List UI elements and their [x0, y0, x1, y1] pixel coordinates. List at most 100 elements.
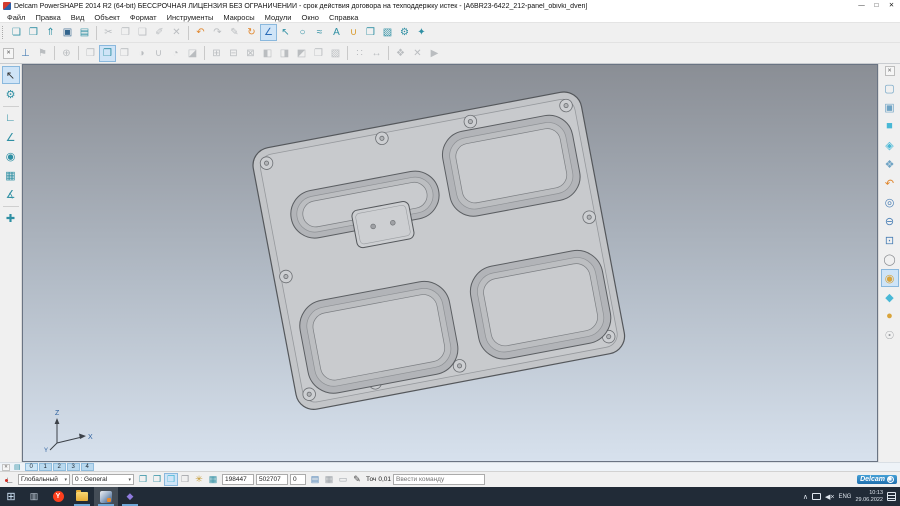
feature-tool-icon[interactable]: ▧ — [379, 24, 396, 41]
text-tool-icon[interactable]: A — [328, 24, 345, 41]
menu-help[interactable]: Справка — [324, 13, 363, 22]
taskbar-app-cad[interactable]: ◆ — [118, 487, 142, 506]
item-list-icon[interactable]: ▤ — [308, 473, 322, 486]
close-views-icon[interactable]: ✕ — [885, 66, 895, 76]
shading-toggle-3-icon[interactable]: ❒ — [164, 473, 178, 486]
workspace-axis-icon[interactable]: ∟ — [3, 475, 16, 485]
taskbar-app-powershape[interactable] — [94, 487, 118, 506]
mirror-icon[interactable]: ↔ — [368, 45, 385, 62]
tolerance-value[interactable]: 0,01 — [378, 476, 391, 483]
bulb-icon[interactable]: ✳ — [192, 473, 206, 486]
coordinate-x-field[interactable]: 198447 — [222, 474, 254, 485]
new-model-icon[interactable]: ❏ — [8, 24, 25, 41]
edit-icon[interactable]: ✎ — [226, 24, 243, 41]
boolean-intersect-icon[interactable]: ⊠ — [242, 45, 259, 62]
iso-wireframe-view-icon[interactable]: ▢ — [881, 79, 899, 97]
keyboard-icon[interactable]: ▭ — [336, 473, 350, 486]
level-tab-4[interactable]: 4 — [81, 463, 94, 471]
undo-icon[interactable]: ↶ — [192, 24, 209, 41]
chamfer-icon[interactable]: ◩ — [293, 45, 310, 62]
zoom-box-icon[interactable]: ⊡ — [881, 231, 899, 249]
viewport-canvas[interactable]: Z X Y — [23, 65, 877, 461]
relative-axes-icon[interactable]: ∠ — [2, 128, 20, 146]
menu-modules[interactable]: Модули — [260, 13, 297, 22]
arc-tool-icon[interactable]: ↖ — [277, 24, 294, 41]
convert-icon[interactable]: ↻ — [243, 24, 260, 41]
boolean-subtract-icon[interactable]: ⊟ — [225, 45, 242, 62]
solid-extrusion-icon[interactable]: ❒ — [99, 45, 116, 62]
levels-icon[interactable]: ▤ — [14, 463, 21, 471]
clock[interactable]: 10:13 29.06.2022 — [855, 490, 883, 503]
machine-icon[interactable]: ▦ — [2, 166, 20, 184]
menu-format[interactable]: Формат — [125, 13, 162, 22]
workplane-toolbar-icon[interactable]: ⊥ — [17, 45, 34, 62]
maximize-button[interactable]: □ — [869, 0, 884, 12]
volume-muted-icon[interactable]: ◀× — [825, 493, 834, 501]
command-input[interactable] — [393, 474, 485, 485]
curve-tool-icon[interactable]: ≈ — [311, 24, 328, 41]
workspace-select[interactable]: Глобальный ▾ — [18, 474, 70, 485]
cut-icon[interactable]: ✂ — [100, 24, 117, 41]
menu-file[interactable]: Файл — [2, 13, 30, 22]
remove-feature-icon[interactable]: ✕ — [409, 45, 426, 62]
intelligent-cursor-icon[interactable]: ✎ — [350, 473, 364, 486]
select-cursor-icon[interactable]: ↖ — [2, 66, 20, 84]
toolbar-grip[interactable] — [2, 26, 6, 39]
split-icon[interactable]: ◨ — [276, 45, 293, 62]
flag-icon[interactable]: ⚑ — [34, 45, 51, 62]
shading-wireframe-icon[interactable]: ◯ — [881, 250, 899, 268]
menu-view[interactable]: Вид — [66, 13, 90, 22]
levels-close-icon[interactable]: ✕ — [2, 464, 10, 471]
taskbar-app-window[interactable]: ▥ — [22, 487, 46, 506]
pattern-icon[interactable]: ∷ — [351, 45, 368, 62]
position-axes-icon[interactable]: ∡ — [2, 185, 20, 203]
dynamic-section-icon[interactable]: ◆ — [881, 288, 899, 306]
move-compass-icon[interactable]: ✚ — [2, 209, 20, 227]
render-icon[interactable]: ● — [881, 307, 899, 325]
minimize-button[interactable]: — — [854, 0, 869, 12]
shading-toggle-2-icon[interactable]: ❒ — [150, 473, 164, 486]
solid-fillet-icon[interactable]: ◔ — [167, 45, 184, 62]
morph-icon[interactable]: ▧ — [327, 45, 344, 62]
format-painter-icon[interactable]: ✐ — [151, 24, 168, 41]
coordinate-z-field[interactable]: 0 — [290, 474, 306, 485]
start-button[interactable]: ⊞ — [0, 490, 22, 503]
mini-solid-icon[interactable]: ❒ — [178, 473, 192, 486]
shading-shaded-icon[interactable]: ◉ — [881, 269, 899, 287]
axes-icon[interactable]: ∟ — [2, 109, 20, 127]
solid-sweep-icon[interactable]: ∪ — [150, 45, 167, 62]
toolbar-close-icon[interactable]: ✕ — [3, 48, 14, 59]
undo-view-icon[interactable]: ↶ — [881, 174, 899, 192]
language-indicator[interactable]: ENG — [838, 494, 851, 500]
feature-recognition-icon[interactable]: ❖ — [392, 45, 409, 62]
print-icon[interactable]: ▤ — [76, 24, 93, 41]
coordinate-y-field[interactable]: 502707 — [256, 474, 288, 485]
iso-hidden-view-icon[interactable]: ▣ — [881, 98, 899, 116]
level-tab-1[interactable]: 1 — [39, 463, 52, 471]
close-button[interactable]: ✕ — [884, 0, 899, 12]
open-model-icon[interactable]: ❒ — [25, 24, 42, 41]
copy-icon[interactable]: ❐ — [117, 24, 134, 41]
level-tab-2[interactable]: 2 — [53, 463, 66, 471]
import-icon[interactable]: ⇑ — [42, 24, 59, 41]
boolean-add-icon[interactable]: ⊞ — [208, 45, 225, 62]
save-icon[interactable]: ▣ — [59, 24, 76, 41]
menu-tools[interactable]: Инструменты — [162, 13, 219, 22]
sphere-view-icon[interactable]: ◉ — [2, 147, 20, 165]
solid-tool-icon[interactable]: ❒ — [362, 24, 379, 41]
paste-icon[interactable]: ❑ — [134, 24, 151, 41]
viewport[interactable]: Z X Y — [22, 64, 878, 462]
add-primitive-icon[interactable]: ⊕ — [58, 45, 75, 62]
notifications-icon[interactable] — [887, 492, 896, 501]
wizard-tool-icon[interactable]: ✦ — [413, 24, 430, 41]
assembly-tool-icon[interactable]: ⚙ — [396, 24, 413, 41]
lighting-icon[interactable]: ☉ — [881, 326, 899, 344]
workplane-rail-icon[interactable]: ⚙ — [2, 85, 20, 103]
shading-toggle-1-icon[interactable]: ❒ — [136, 473, 150, 486]
tray-caret-icon[interactable]: ∧ — [803, 493, 808, 501]
view-orientation-icon[interactable]: ◈ — [881, 136, 899, 154]
calculator-icon[interactable]: ▦ — [322, 473, 336, 486]
menu-object[interactable]: Объект — [89, 13, 125, 22]
display-icon[interactable] — [812, 493, 821, 500]
delete-icon[interactable]: ✕ — [168, 24, 185, 41]
